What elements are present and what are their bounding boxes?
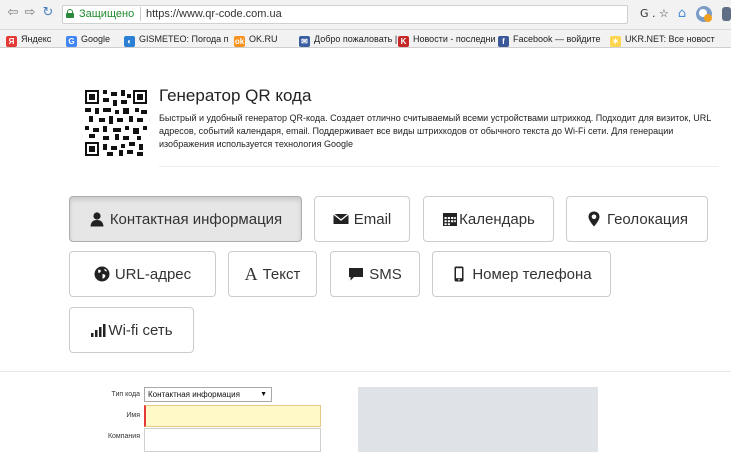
bookmark-label: Новости - последни — [413, 34, 496, 44]
phone-icon — [451, 266, 467, 282]
type-button-phone[interactable]: Номер телефона — [432, 251, 611, 297]
comment-icon — [348, 266, 364, 282]
extension-icon[interactable] — [695, 5, 713, 23]
type-button-label: Геолокация — [606, 210, 689, 228]
type-button-label: Контактная информация — [109, 210, 283, 228]
bookmark-item[interactable]: K Новости - последни — [398, 32, 496, 47]
map-marker-icon — [586, 211, 602, 227]
bookmark-favicon-icon: Я — [6, 36, 17, 47]
reload-icon[interactable]: ↻ — [41, 6, 55, 20]
type-button-label: URL-адрес — [114, 265, 192, 283]
bookmark-item[interactable]: ✉ Добро пожаловать | — [299, 32, 398, 47]
home-icon[interactable]: ⌂ — [673, 5, 691, 23]
user-icon — [89, 211, 105, 227]
bookmark-label: GISMETEO: Погода п — [139, 34, 229, 44]
secure-label[interactable]: Защищено — [79, 8, 134, 20]
browser-address-bar: ⇦ ⇨ ↻ Защищено https://www.qr-code.com.u… — [0, 0, 731, 30]
code-type-label: Тип кода — [111, 391, 140, 398]
globe-icon — [94, 266, 110, 282]
page-description: Быстрый и удобный генератор QR-кода. Соз… — [159, 113, 711, 149]
bookmark-item[interactable]: G Google — [66, 32, 111, 47]
bookmark-item[interactable]: ok OK.RU — [234, 32, 278, 47]
back-arrow-icon[interactable]: ⇦ — [6, 6, 20, 20]
bookmark-label: Facebook — войдите — [513, 34, 601, 44]
bookmark-label: UKR.NET: Все новост — [625, 34, 715, 44]
page-title: Генератор QR кода — [159, 86, 312, 105]
type-button-label: Номер телефона — [472, 265, 592, 283]
type-button-contact[interactable]: Контактная информация — [69, 196, 302, 242]
bookmark-label: Яндекс — [21, 34, 52, 44]
bookmark-favicon-icon: G — [66, 36, 77, 47]
form-divider — [0, 371, 731, 372]
bookmark-item[interactable]: ✶ UKR.NET: Все новост — [610, 32, 715, 47]
caret-down-icon: ▼ — [260, 391, 267, 398]
code-type-select[interactable]: Контактная информация ▼ — [144, 387, 272, 402]
type-button-label: Wi-fi сеть — [108, 321, 173, 339]
type-button-text[interactable]: A Текст — [228, 251, 317, 297]
type-button-url[interactable]: URL-адрес — [69, 251, 216, 297]
type-button-email[interactable]: Email — [314, 196, 410, 242]
bookmark-favicon-icon: K — [398, 36, 409, 47]
type-button-wifi[interactable]: Wi-fi сеть — [69, 307, 194, 353]
bookmark-favicon-icon: ✶ — [610, 36, 621, 47]
bookmark-item[interactable]: f Facebook — войдите — [498, 32, 601, 47]
bookmark-label: OK.RU — [249, 34, 278, 44]
header-divider — [159, 166, 719, 167]
type-button-geolocation[interactable]: Геолокация — [566, 196, 708, 242]
font-icon: A — [244, 264, 258, 284]
lock-icon — [66, 9, 74, 18]
type-button-calendar[interactable]: Календарь — [423, 196, 554, 242]
bookmarks-bar: Я Яндекс G Google ◐ GISMETEO: Погода п ok OK.RU… — [0, 30, 731, 48]
code-type-value: Контактная информация — [148, 390, 240, 399]
type-button-label: SMS — [369, 265, 402, 283]
company-label: Компания — [107, 433, 140, 440]
url-separator — [140, 7, 141, 21]
bookmark-item[interactable]: Я Яндекс — [6, 32, 52, 47]
type-button-sms[interactable]: SMS — [330, 251, 420, 297]
bookmark-favicon-icon: ✉ — [299, 36, 310, 47]
extensions-menu[interactable]: G . ☆ — [640, 7, 669, 20]
qr-preview-area — [358, 387, 598, 452]
bookmark-item[interactable]: ◐ GISMETEO: Погода п — [124, 32, 229, 47]
name-input[interactable] — [144, 405, 321, 427]
bookmark-label: Добро пожаловать | — [314, 34, 398, 44]
qr-logo-icon — [85, 90, 147, 156]
bookmark-favicon-icon: ◐ — [124, 36, 135, 47]
bookmark-favicon-icon: f — [498, 36, 509, 47]
bookmark-label: Google — [81, 34, 111, 44]
forward-arrow-icon[interactable]: ⇨ — [23, 6, 37, 20]
calendar-icon — [442, 211, 458, 227]
bookmark-favicon-icon: ok — [234, 36, 245, 47]
extension-icon-2[interactable] — [718, 5, 731, 23]
type-button-label: Календарь — [459, 210, 535, 228]
type-button-label: Email — [353, 210, 392, 228]
envelope-icon — [332, 211, 349, 227]
name-label: Имя — [126, 412, 140, 419]
type-button-label: Текст — [262, 265, 301, 283]
url-text[interactable]: https://www.qr-code.com.ua — [146, 8, 282, 20]
company-input[interactable] — [144, 428, 321, 452]
signal-icon — [90, 322, 106, 338]
